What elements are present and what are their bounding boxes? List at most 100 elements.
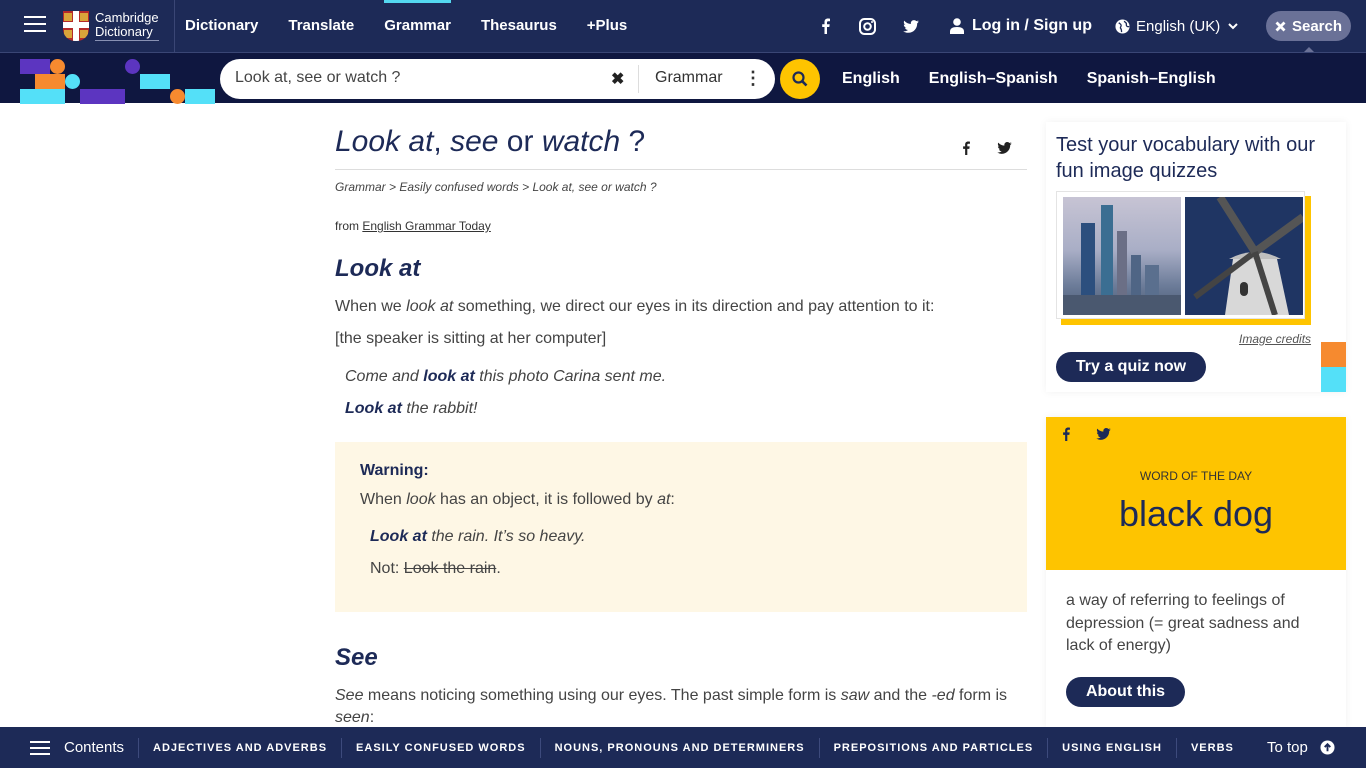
menu-hamburger-icon [30, 740, 50, 755]
dictionary-links: English English–Spanish Spanish–English [842, 53, 1245, 104]
facebook-share-icon[interactable] [960, 141, 972, 155]
divider [335, 169, 1027, 170]
paragraph: When we look at something, we direct our… [335, 296, 1027, 318]
breadcrumb-item[interactable]: Look at, see or watch ? [532, 180, 656, 194]
dict-link-english[interactable]: English [842, 70, 900, 88]
source-prefix: from [335, 219, 363, 233]
wotd-definition: a way of referring to feelings of depres… [1066, 592, 1300, 654]
nav-plus[interactable]: +Plus [587, 0, 627, 52]
breadcrumb-item[interactable]: Easily confused words [399, 180, 518, 194]
clear-search-icon[interactable]: ✖ [611, 69, 624, 89]
twitter-icon[interactable] [902, 19, 920, 33]
windmill-image[interactable] [1185, 197, 1303, 315]
nav-grammar[interactable]: Grammar [384, 0, 451, 52]
section-heading: See [335, 644, 378, 671]
divider [138, 737, 140, 758]
search-submit-button[interactable] [780, 59, 820, 99]
dict-link-spanish-english[interactable]: Spanish–English [1087, 70, 1216, 88]
source-link[interactable]: English Grammar Today [362, 219, 491, 233]
top-navbar: Cambridge Dictionary Dictionary Translat… [0, 0, 1366, 52]
try-quiz-button[interactable]: Try a quiz now [1056, 352, 1206, 382]
text: Not: [370, 560, 404, 577]
example-sentence: Look at the rain. It’s so heavy. [370, 528, 586, 546]
language-label: English (UK) [1136, 17, 1221, 35]
close-icon [1275, 21, 1286, 31]
search-scope-selector[interactable]: Grammar [655, 69, 723, 87]
contents-link-verbs[interactable]: VERBS [1191, 742, 1234, 754]
image-credits-link[interactable]: Image credits [1239, 332, 1311, 346]
contents-link-nouns-pronouns-determiners[interactable]: NOUNS, PRONOUNS AND DETERMINERS [555, 742, 805, 754]
struck-text: Look the rain [403, 560, 497, 577]
search-icon [792, 71, 808, 87]
text: Look at [345, 400, 402, 417]
text: seen [335, 709, 370, 726]
warning-text: When look has an object, it is followed … [360, 491, 675, 509]
to-top-label: To top [1267, 739, 1308, 756]
contents-link-using-english[interactable]: USING ENGLISH [1062, 742, 1162, 754]
text: When [360, 491, 407, 508]
user-icon [950, 18, 964, 34]
text: the rain. It’s so heavy. [426, 528, 586, 545]
source-line: from English Grammar Today [335, 219, 491, 233]
wotd-word[interactable]: black dog [1046, 493, 1346, 535]
twitter-share-icon[interactable] [1095, 427, 1111, 441]
search-toggle-button[interactable]: Search [1266, 11, 1351, 52]
divider [818, 737, 820, 758]
more-options-icon[interactable]: ⋮ [744, 69, 762, 87]
text: See [335, 687, 364, 704]
text: : [369, 709, 375, 726]
facebook-icon[interactable] [818, 18, 832, 34]
text: at [657, 491, 671, 508]
language-selector[interactable]: English (UK) [1115, 0, 1238, 52]
social-links [818, 0, 920, 52]
divider [539, 737, 541, 758]
divider [174, 0, 175, 52]
text: saw [840, 687, 870, 704]
text: : [670, 491, 675, 508]
wotd-share-links [1061, 427, 1111, 441]
wotd-label: WORD OF THE DAY [1139, 469, 1253, 483]
text: look at [406, 298, 454, 315]
cambridge-dictionary-logo[interactable]: Cambridge Dictionary [63, 11, 159, 41]
incorrect-example: Not: Look the rain. [370, 560, 501, 578]
quiz-card: Test your vocabulary with our fun image … [1046, 122, 1346, 392]
breadcrumb: Grammar > Easily confused words > Look a… [335, 180, 657, 194]
search-toggle-label: Search [1291, 17, 1343, 35]
contents-link-easily-confused-words[interactable]: EASILY CONFUSED WORDS [356, 742, 526, 754]
dict-link-english-spanish[interactable]: English–Spanish [929, 70, 1058, 88]
menu-hamburger-icon[interactable] [24, 16, 46, 34]
example-sentence: Come and look at this photo Carina sent … [345, 368, 666, 386]
text: . [496, 560, 501, 577]
contents-link-adjectives-adverbs[interactable]: ADJECTIVES AND ADVERBS [153, 742, 327, 754]
divider [1047, 737, 1049, 758]
search-input[interactable] [235, 69, 595, 87]
grammar-contents-bar: Contents ADJECTIVES AND ADVERBS EASILY C… [0, 727, 1366, 768]
contents-link-prepositions-particles[interactable]: PREPOSITIONS AND PARTICLES [834, 742, 1034, 754]
section-heading: Look at [335, 255, 421, 282]
text: -ed [931, 687, 955, 704]
title-part: watch [541, 125, 621, 158]
decorative-square [1321, 342, 1346, 367]
nav-thesaurus[interactable]: Thesaurus [481, 0, 557, 52]
text: this photo Carina sent me. [474, 368, 667, 385]
twitter-share-icon[interactable] [996, 141, 1012, 155]
login-link[interactable]: Log in / Sign up [950, 0, 1092, 52]
instagram-icon[interactable] [858, 17, 876, 35]
login-label: Log in / Sign up [972, 17, 1092, 34]
skyline-image[interactable] [1063, 197, 1181, 315]
facebook-share-icon[interactable] [1061, 427, 1071, 441]
to-top-button[interactable]: To top [1267, 727, 1335, 768]
title-part: Look at [335, 125, 434, 158]
about-this-button[interactable]: About this [1066, 677, 1185, 707]
nav-dictionary[interactable]: Dictionary [185, 0, 258, 52]
contents-toggle[interactable]: Contents [30, 739, 124, 756]
arrow-up-circle-icon [1320, 740, 1335, 755]
divider [1175, 737, 1177, 758]
paragraph: See means noticing something using our e… [335, 685, 1027, 729]
title-part: or [498, 125, 542, 158]
breadcrumb-item[interactable]: Grammar [335, 180, 386, 194]
logo-text: Cambridge Dictionary [95, 11, 159, 41]
nav-translate[interactable]: Translate [288, 0, 354, 52]
quiz-title: Test your vocabulary with our fun image … [1056, 134, 1316, 182]
text: look at [423, 368, 475, 385]
